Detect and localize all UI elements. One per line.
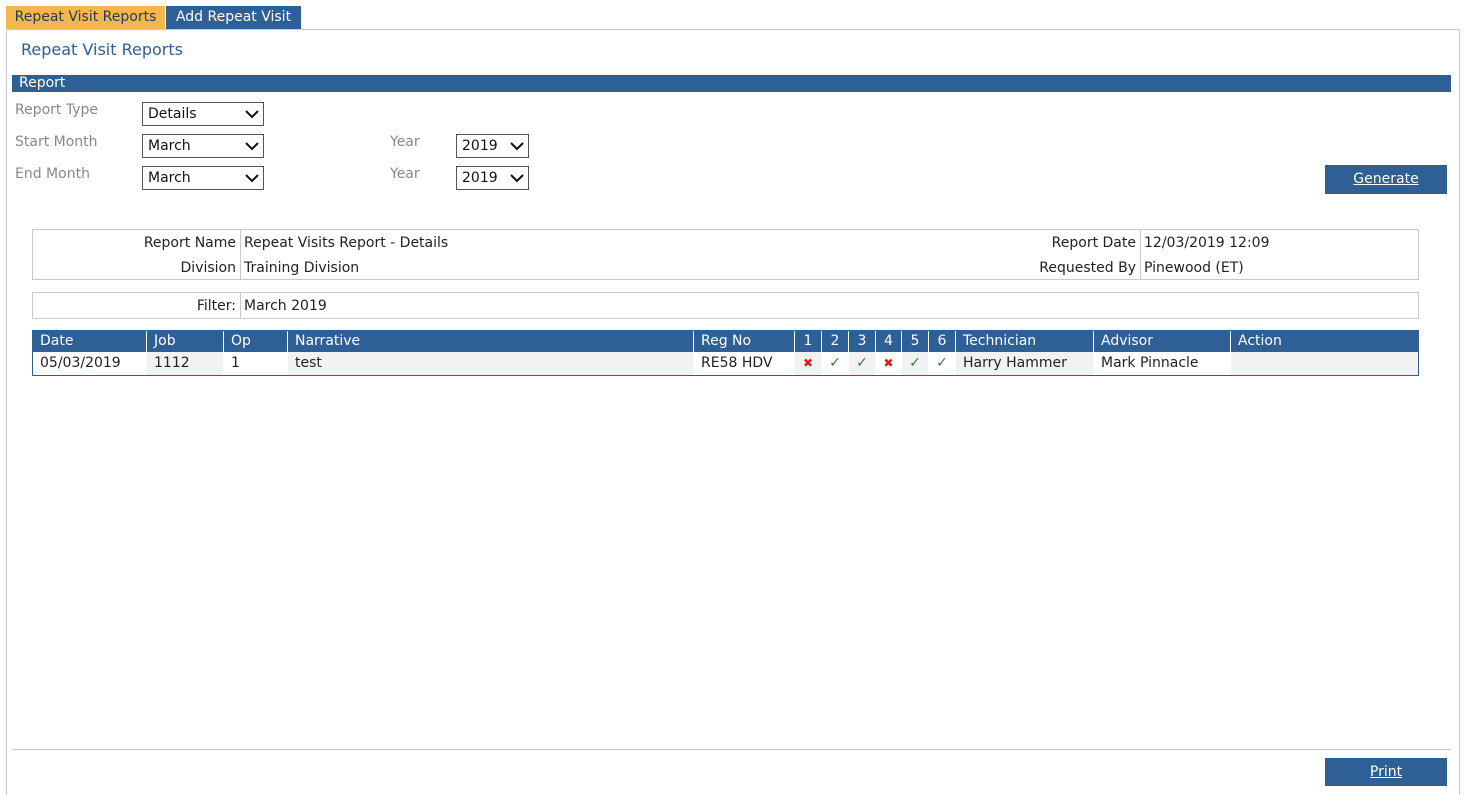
report-type-value: Details: [148, 106, 197, 122]
column-header-job[interactable]: Job: [147, 331, 224, 352]
end-month-select[interactable]: March: [142, 166, 264, 190]
check-3-cell: ✓: [849, 352, 876, 375]
cell-op: 1: [224, 352, 288, 375]
filter-panel: Filter: March 2019: [32, 292, 1419, 319]
start-month-value: March: [148, 138, 191, 154]
end-month-label: End Month: [15, 166, 90, 182]
check-icon: ✓: [829, 355, 841, 371]
cell-narrative: test: [288, 352, 694, 375]
end-year-value: 2019: [462, 170, 498, 186]
start-month-label: Start Month: [15, 134, 98, 150]
tab-add-repeat-visit[interactable]: Add Repeat Visit: [166, 6, 301, 29]
report-type-select[interactable]: Details: [142, 102, 264, 126]
chevron-down-icon: [510, 174, 524, 183]
column-header-6[interactable]: 6: [929, 331, 956, 352]
chevron-down-icon: [245, 174, 259, 183]
column-header-3[interactable]: 3: [849, 331, 876, 352]
check-1-cell: ✖: [795, 352, 822, 375]
table-row[interactable]: 05/03/2019 1112 1 test RE58 HDV ✖ ✓ ✓ ✖ …: [33, 352, 1418, 375]
column-header-action[interactable]: Action: [1231, 331, 1418, 352]
cell-job: 1112: [147, 352, 224, 375]
report-date-value: 12/03/2019 12:09: [1144, 235, 1270, 251]
column-header-4[interactable]: 4: [876, 331, 902, 352]
page-title: Repeat Visit Reports: [21, 40, 183, 59]
end-year-label: Year: [390, 166, 420, 182]
footer-divider: [12, 749, 1451, 750]
cell-date: 05/03/2019: [33, 352, 147, 375]
start-year-select[interactable]: 2019: [456, 134, 529, 158]
end-year-select[interactable]: 2019: [456, 166, 529, 190]
chevron-down-icon: [245, 110, 259, 119]
check-icon: ✓: [856, 355, 868, 371]
tab-bar: Repeat Visit Reports Add Repeat Visit: [6, 6, 301, 29]
requested-by-label: Requested By: [1039, 260, 1136, 276]
division-value: Training Division: [244, 260, 360, 276]
divider: [240, 230, 241, 279]
start-year-label: Year: [390, 134, 420, 150]
cross-icon: ✖: [883, 356, 894, 370]
report-name-value: Repeat Visits Report - Details: [244, 235, 449, 251]
column-header-2[interactable]: 2: [822, 331, 849, 352]
cell-advisor: Mark Pinnacle: [1094, 352, 1231, 375]
column-header-reg-no[interactable]: Reg No: [694, 331, 795, 352]
cell-action[interactable]: [1231, 352, 1418, 375]
generate-button[interactable]: Generate: [1325, 165, 1447, 194]
print-button[interactable]: Print: [1325, 758, 1447, 786]
report-name-label: Report Name: [143, 235, 236, 251]
section-header-report: Report: [12, 75, 1451, 92]
column-header-5[interactable]: 5: [902, 331, 929, 352]
check-4-cell: ✖: [876, 352, 902, 375]
tab-repeat-visit-reports[interactable]: Repeat Visit Reports: [6, 6, 165, 29]
cell-reg-no: RE58 HDV: [694, 352, 795, 375]
division-label: Division: [180, 260, 236, 276]
chevron-down-icon: [510, 142, 524, 151]
check-icon: ✓: [936, 355, 948, 371]
column-header-op[interactable]: Op: [224, 331, 288, 352]
filter-value: March 2019: [244, 298, 327, 314]
report-date-label: Report Date: [1051, 235, 1136, 251]
report-type-label: Report Type: [15, 102, 99, 118]
check-2-cell: ✓: [822, 352, 849, 375]
check-icon: ✓: [909, 355, 921, 371]
chevron-down-icon: [245, 142, 259, 151]
report-info-panel: Report Name Repeat Visits Report - Detai…: [32, 229, 1419, 280]
column-header-narrative[interactable]: Narrative: [288, 331, 694, 352]
column-header-date[interactable]: Date: [33, 331, 147, 352]
divider: [1140, 230, 1141, 279]
end-month-value: March: [148, 170, 191, 186]
column-header-1[interactable]: 1: [795, 331, 822, 352]
requested-by-value: Pinewood (ET): [1144, 260, 1244, 276]
filter-label: Filter:: [196, 298, 236, 314]
start-year-value: 2019: [462, 138, 498, 154]
table-header: Date Job Op Narrative Reg No 1 2 3 4 5 6…: [33, 331, 1418, 352]
results-table: Date Job Op Narrative Reg No 1 2 3 4 5 6…: [32, 330, 1419, 376]
start-month-select[interactable]: March: [142, 134, 264, 158]
cross-icon: ✖: [802, 356, 814, 370]
cell-technician: Harry Hammer: [956, 352, 1094, 375]
check-5-cell: ✓: [902, 352, 929, 375]
column-header-technician[interactable]: Technician: [956, 331, 1094, 352]
column-header-advisor[interactable]: Advisor: [1094, 331, 1231, 352]
check-6-cell: ✓: [929, 352, 956, 375]
divider: [240, 293, 241, 318]
